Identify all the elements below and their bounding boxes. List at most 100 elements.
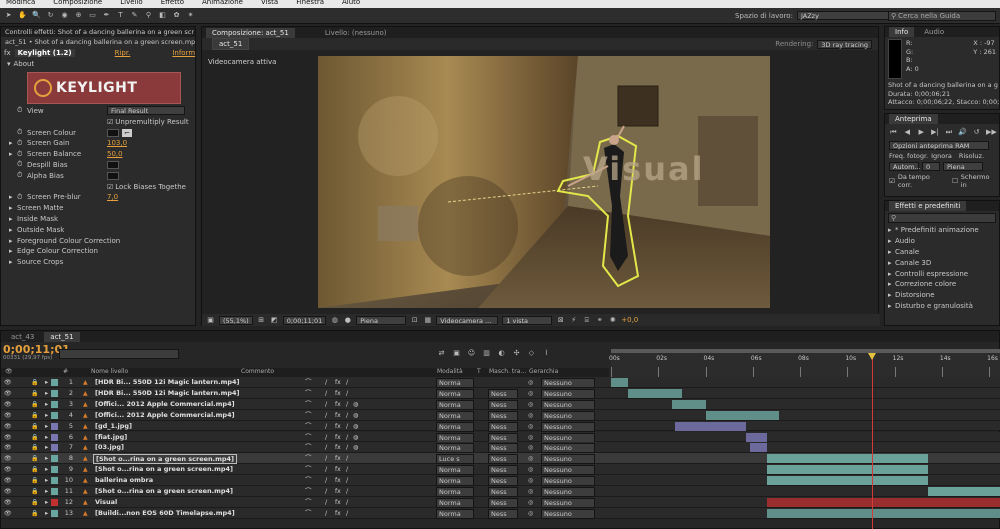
layer-duration-bar[interactable] bbox=[672, 399, 706, 409]
layer-expand-arrow-icon[interactable]: ▸ bbox=[45, 454, 48, 463]
stopwatch-icon[interactable]: ⏱ bbox=[17, 171, 27, 180]
effect-property-row[interactable]: ▸ ⏱ Screen Gain 103,0 bbox=[1, 138, 195, 149]
lock-icon[interactable]: 🔒 bbox=[31, 498, 38, 507]
draft-3d-icon[interactable]: ▣ bbox=[452, 349, 461, 358]
lock-icon[interactable]: 🔒 bbox=[31, 509, 38, 518]
camera-tool-icon[interactable]: ◉ bbox=[60, 11, 69, 20]
motion-blur-switch-icon[interactable]: / bbox=[346, 400, 348, 409]
graph-editor-icon[interactable]: ⌇ bbox=[542, 349, 551, 358]
parent-pickwhip-icon[interactable]: ◎ bbox=[528, 422, 533, 431]
layer-duration-bar[interactable] bbox=[627, 388, 682, 398]
shy-switch-icon[interactable]: ⌒ bbox=[305, 433, 312, 442]
parent-select[interactable]: Nessuno bbox=[541, 378, 595, 388]
parent-pickwhip-icon[interactable]: ◎ bbox=[528, 498, 533, 507]
timeline-tab-act51[interactable]: act_51 bbox=[44, 331, 80, 342]
property-value[interactable]: 103,0 bbox=[107, 139, 127, 147]
lock-icon[interactable]: 🔒 bbox=[31, 400, 38, 409]
preset-category[interactable]: ▸ Distorsione bbox=[888, 290, 999, 301]
trkmat-select[interactable]: Ness bbox=[488, 399, 518, 410]
time-ruler[interactable]: 00s 02s 04s 06s 08s 10s 12s 14s 16s bbox=[609, 349, 1000, 377]
quality-switch-icon[interactable]: / bbox=[325, 465, 327, 474]
expand-arrow-icon[interactable]: ▸ bbox=[888, 237, 895, 245]
exposure-value[interactable]: +0,0 bbox=[621, 316, 638, 324]
layer-name[interactable]: [HDR Bi... 550D 12i Magic lantern.mp4] bbox=[93, 378, 242, 386]
effect-group[interactable]: ▸ Inside Mask bbox=[1, 214, 195, 225]
trkmat-select[interactable]: Ness bbox=[488, 388, 518, 399]
transparency-grid-icon[interactable]: ▦ bbox=[423, 316, 432, 325]
layer-row[interactable]: 👁 🔒 ▸ 6 ▲ [fiat.jpg] ⌒ / fx / ◍ Norma Ness ◎ Nessuno bbox=[1, 431, 1000, 443]
layer-expand-arrow-icon[interactable]: ▸ bbox=[45, 378, 48, 387]
playhead-handle[interactable] bbox=[867, 353, 876, 360]
parent-pickwhip-icon[interactable]: ◎ bbox=[528, 433, 533, 442]
layer-name[interactable]: [Shot o...rina on a green screen.mp4] bbox=[93, 487, 235, 495]
lock-icon[interactable]: 🔒 bbox=[31, 433, 38, 442]
layer-duration-bar[interactable] bbox=[767, 476, 928, 486]
col-header-parent[interactable]: Gerarchia bbox=[529, 368, 558, 375]
effects-presets-tab[interactable]: Effetti e predefiniti bbox=[889, 201, 967, 211]
parent-select[interactable]: Nessuno bbox=[541, 508, 595, 519]
motion-blur-switch-icon[interactable]: / bbox=[346, 443, 348, 452]
parent-select[interactable]: Nessuno bbox=[541, 497, 595, 508]
stopwatch-icon[interactable]: ⏱ bbox=[17, 150, 27, 159]
layer-expand-arrow-icon[interactable]: ▸ bbox=[45, 433, 48, 442]
expand-arrow-icon[interactable]: ▸ bbox=[9, 215, 17, 223]
flowchart-icon[interactable]: ⚭ bbox=[595, 316, 604, 325]
col-header-mode[interactable]: Modalità bbox=[437, 368, 463, 375]
expand-arrow-icon[interactable]: ▸ bbox=[9, 204, 17, 212]
parent-pickwhip-icon[interactable]: ◎ bbox=[528, 476, 533, 485]
trkmat-select[interactable]: Ness bbox=[488, 465, 518, 476]
stopwatch-icon[interactable]: ⏱ bbox=[17, 193, 27, 202]
lock-icon[interactable]: 🔒 bbox=[31, 476, 38, 485]
layer-row[interactable]: 👁 🔒 ▸ 2 ▲ [HDR Bi... 550D 12i Magic lantern.m… bbox=[1, 387, 1000, 399]
ram-preview-icon[interactable]: ▶▶ bbox=[986, 128, 997, 137]
expand-arrow-icon[interactable]: ▸ bbox=[888, 291, 895, 299]
quality-switch-icon[interactable]: / bbox=[325, 422, 327, 431]
layer-name[interactable]: ballerina ombra bbox=[93, 476, 155, 484]
effect-group[interactable]: ▸ Edge Colour Correction bbox=[1, 246, 195, 257]
motion-blur-switch-icon[interactable]: / bbox=[346, 476, 348, 485]
brush-tool-icon[interactable]: ✎ bbox=[130, 11, 139, 20]
hide-shy-icon[interactable]: ☺ bbox=[467, 349, 476, 358]
quality-switch-icon[interactable]: / bbox=[325, 443, 327, 452]
shy-switch-icon[interactable]: ⌒ bbox=[305, 400, 312, 409]
motion-blur-icon[interactable]: ◐ bbox=[497, 349, 506, 358]
channel-icon[interactable]: ● bbox=[343, 316, 352, 325]
comp-name-tab[interactable]: act_51 bbox=[212, 38, 250, 50]
layer-row[interactable]: 👁 🔒 ▸ 1 ▲ [HDR Bi... 550D 12i Magic lantern.m… bbox=[1, 377, 1000, 388]
camera-select[interactable]: Videocamera ... bbox=[436, 315, 499, 325]
layer-duration-bar[interactable] bbox=[611, 378, 628, 387]
shy-switch-icon[interactable]: ⌒ bbox=[305, 454, 312, 463]
visibility-eye-icon[interactable]: 👁 bbox=[4, 389, 12, 398]
lock-icon[interactable]: 🔒 bbox=[31, 465, 38, 474]
timeline-icon[interactable]: ⌸ bbox=[582, 316, 591, 325]
trkmat-select[interactable]: Ness bbox=[488, 454, 518, 465]
layer-search-input[interactable] bbox=[59, 349, 179, 359]
hand-tool-icon[interactable]: ✋ bbox=[18, 11, 27, 20]
layer-row[interactable]: 👁 🔒 ▸ 5 ▲ [gd_1.jpg] ⌒ / fx / ◍ Norma Ness ◎ Nessuno bbox=[1, 420, 1000, 432]
last-frame-icon[interactable]: ⏭ bbox=[944, 128, 953, 137]
shy-switch-icon[interactable]: ⌒ bbox=[305, 509, 312, 518]
mode-select[interactable]: Norma bbox=[436, 476, 474, 487]
fx-switch-icon[interactable]: fx bbox=[335, 422, 341, 431]
mute-icon[interactable]: 🔊 bbox=[958, 128, 967, 137]
layer-expand-arrow-icon[interactable]: ▸ bbox=[45, 509, 48, 518]
visibility-eye-icon[interactable]: 👁 bbox=[4, 433, 12, 442]
layer-label-color[interactable] bbox=[51, 498, 58, 506]
visibility-eye-icon[interactable]: 👁 bbox=[4, 400, 12, 409]
layer-expand-arrow-icon[interactable]: ▸ bbox=[45, 422, 48, 431]
shy-switch-icon[interactable]: ⌒ bbox=[305, 389, 312, 398]
layer-label-color[interactable] bbox=[51, 379, 58, 386]
stopwatch-icon[interactable]: ⏱ bbox=[17, 139, 27, 148]
layer-label-color[interactable] bbox=[51, 422, 58, 430]
audio-tab[interactable]: Audio bbox=[918, 27, 950, 37]
menu-item[interactable]: Livello bbox=[120, 0, 142, 6]
visibility-eye-icon[interactable]: 👁 bbox=[4, 454, 12, 463]
color-swatch[interactable] bbox=[107, 171, 119, 180]
menu-item[interactable]: Composizione bbox=[53, 0, 102, 6]
selection-tool-icon[interactable]: ➤ bbox=[4, 11, 13, 20]
quality-switch-icon[interactable]: / bbox=[325, 454, 327, 463]
quality-switch-icon[interactable]: / bbox=[325, 476, 327, 485]
layer-name[interactable]: [Shot o...rina on a green screen.mp4] bbox=[93, 465, 235, 473]
motion-blur-switch-icon[interactable]: / bbox=[346, 509, 348, 518]
layer-name[interactable]: Visual bbox=[93, 498, 119, 506]
